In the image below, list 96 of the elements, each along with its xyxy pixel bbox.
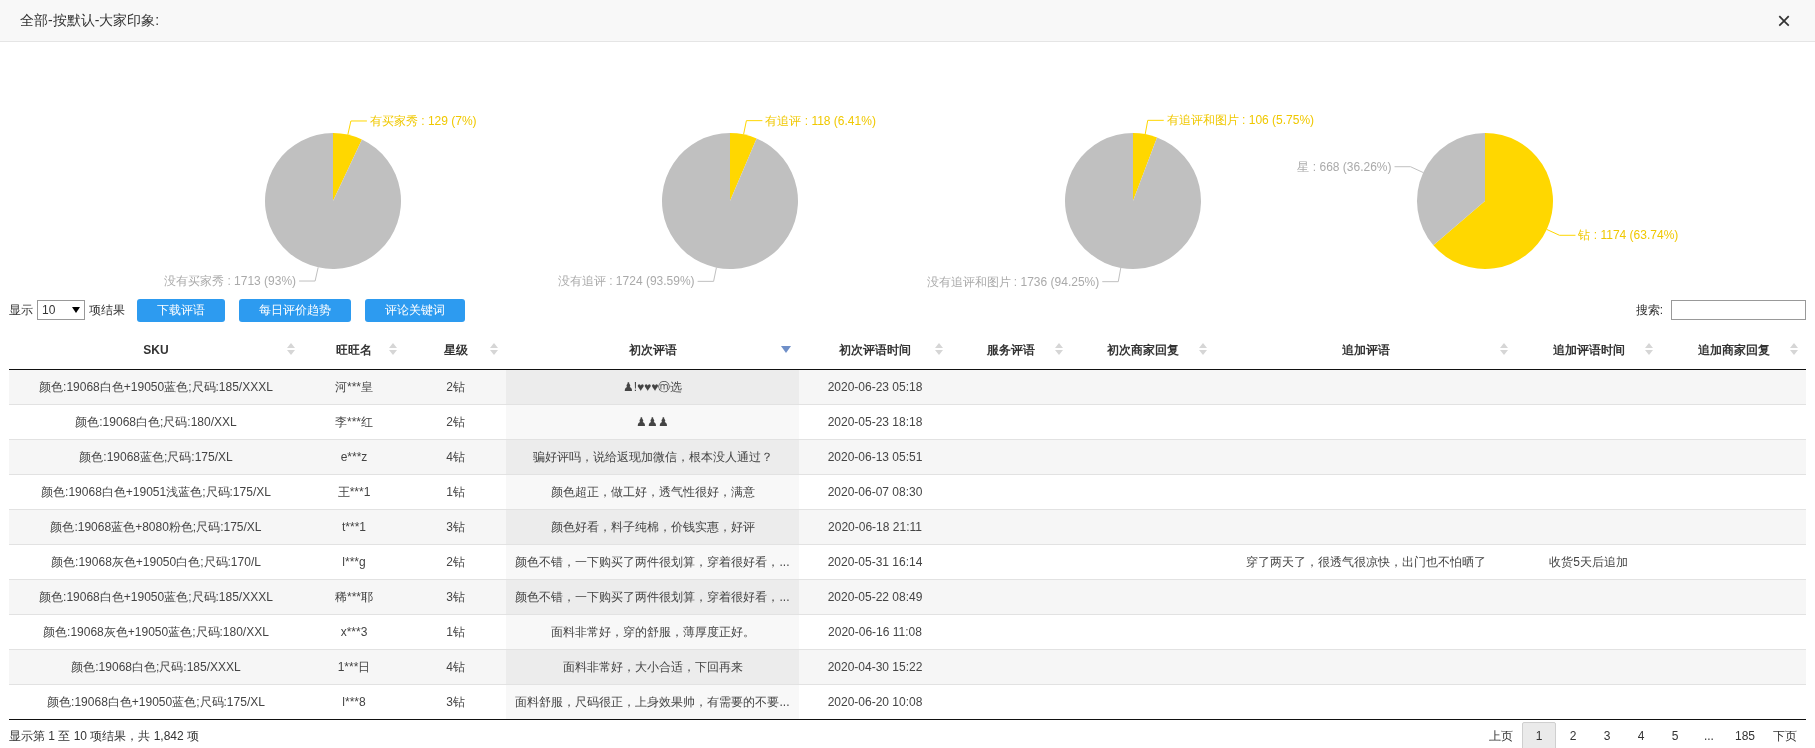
table-cell-text: ♟!♥♥♥ⓜ选 — [622, 379, 683, 396]
table-cell-text: 河***皇 — [335, 379, 373, 396]
table-cell-text: 颜色:19068白色;尺码:180/XXL — [75, 414, 237, 431]
leader-line — [1394, 166, 1424, 174]
table-cell-text: 颜色:19068蓝色+8080粉色;尺码:175/XL — [50, 519, 262, 536]
table-cell-text: e***z — [340, 449, 368, 466]
table-cell-text: 颜色:19068灰色+19050蓝色;尺码:180/XXL — [43, 624, 269, 641]
table-cell-text: 面料舒服，尺码很正，上身效果帅，有需要的不要... — [515, 694, 790, 711]
table-cell-text: 2020-05-23 18:18 — [827, 414, 923, 431]
page-size-suffix: 项结果 — [89, 302, 125, 319]
slice-label: 没有追评 : 1724 (93.59%) — [557, 274, 695, 289]
leader-line — [347, 120, 368, 136]
column-header[interactable]: 追加评语时间 — [1516, 330, 1661, 369]
slice-label: 没有买家秀 : 1713 (93%) — [164, 274, 297, 288]
table-cell-text: 2钻 — [446, 414, 465, 431]
leader-line — [1546, 228, 1576, 236]
slice-label: 钻 : 1174 (63.74%) — [1578, 228, 1679, 243]
table-cell-text: 2020-04-30 15:22 — [827, 659, 923, 676]
page-button[interactable]: 上页 — [1479, 722, 1522, 748]
table-cell-text: 1钻 — [446, 624, 465, 641]
column-header[interactable]: 追加评语 — [1215, 330, 1516, 369]
page-button[interactable]: ... — [1691, 722, 1726, 748]
table-cell-text: t***1 — [342, 519, 366, 536]
table-cell-text: 1钻 — [446, 484, 465, 501]
slice-label: 有追评和图片 : 106 (5.75%) — [1166, 113, 1315, 128]
column-header[interactable]: SKU — [9, 330, 303, 369]
leader-line — [298, 266, 319, 282]
column-header[interactable]: 星级 — [405, 330, 506, 369]
caret-icon — [72, 307, 80, 313]
table-cell-text: 2钻 — [446, 379, 465, 396]
table-cell-text: 2020-06-13 05:51 — [827, 449, 923, 466]
table-cell-text: 2020-05-31 16:14 — [827, 554, 923, 571]
table-cell-text: l***8 — [342, 694, 366, 711]
page-button[interactable]: 5 — [1657, 722, 1692, 748]
table-cell-text: 2020-06-18 21:11 — [828, 519, 922, 536]
table-cell-text: 2020-06-23 05:18 — [827, 379, 923, 396]
table-cell-text: 面料非常好，穿的舒服，薄厚度正好。 — [550, 624, 755, 641]
table-cell-text: 颜色:19068蓝色;尺码:175/XL — [79, 449, 233, 466]
table-cell-text: 颜色:19068灰色+19050白色;尺码:170/L — [51, 554, 261, 571]
page-size-select[interactable]: 10 — [37, 300, 85, 320]
table-cell-text: 颜色好看，料子纯棉，价钱实惠，好评 — [550, 519, 755, 536]
table-cell-text: 4钻 — [446, 449, 465, 466]
table-cell-text: 颜色:19068白色+19050蓝色;尺码:175/XL — [47, 694, 265, 711]
table-cell-text: 颜色不错，一下购买了两件很划算，穿着很好看，... — [515, 589, 790, 606]
column-header[interactable]: 追加商家回复 — [1661, 330, 1806, 369]
table-cell-text: 2020-05-22 08:49 — [827, 589, 923, 606]
table-cell-text: 颜色不错，一下购买了两件很划算，穿着很好看，... — [515, 554, 790, 571]
column-header[interactable]: 旺旺名 — [303, 330, 405, 369]
table-cell-text: 2钻 — [446, 554, 465, 571]
slice-label: 没有追评和图片 : 1736 (94.25%) — [926, 274, 1100, 289]
slice-label: 星 : 668 (36.26%) — [1297, 159, 1392, 174]
page-button[interactable]: 2 — [1555, 722, 1590, 748]
table-cell-text: l***g — [342, 554, 366, 571]
column-header[interactable]: 初次评语时间 — [799, 330, 951, 369]
leader-line — [697, 267, 717, 282]
table-cell-text: 李***红 — [335, 414, 373, 431]
table-cell-text: 王***1 — [337, 484, 371, 501]
column-header[interactable]: 服务评语 — [951, 330, 1071, 369]
window-title: 全部-按默认-大家印象: — [20, 11, 160, 30]
table-cell-text: 收货5天后追加 — [1549, 554, 1628, 571]
slice-label: 有追评 : 118 (6.41%) — [765, 113, 876, 128]
leader-line — [743, 120, 763, 135]
table-cell-text: 3钻 — [446, 589, 465, 606]
table-cell-text: 颜色:19068白色+19050蓝色;尺码:185/XXXL — [39, 589, 273, 606]
table-cell-text: 2020-06-20 10:08 — [827, 694, 923, 711]
slice-label: 有买家秀 : 129 (7%) — [369, 114, 477, 128]
table-cell-text: 2020-06-16 11:08 — [828, 624, 922, 641]
table-cell-text: x***3 — [340, 624, 368, 641]
leader-line — [1101, 267, 1122, 283]
search-label: 搜索: — [1635, 302, 1663, 319]
table-cell-text: 骗好评吗，说给返现加微信，根本没人通过？ — [532, 449, 773, 466]
table-cell-text: 颜色:19068白色;尺码:185/XXXL — [71, 659, 241, 676]
close-button[interactable]: × — [1773, 8, 1795, 33]
table-cell-text: 1***日 — [337, 659, 371, 676]
table-cell-text: 颜色:19068白色+19051浅蓝色;尺码:175/XL — [41, 484, 271, 501]
column-header[interactable]: 初次商家回复 — [1071, 330, 1215, 369]
table-cell-text: 颜色:19068白色+19050蓝色;尺码:185/XXXL — [39, 379, 273, 396]
leader-line — [1144, 119, 1165, 135]
page-button[interactable]: 4 — [1623, 722, 1658, 748]
page-button[interactable]: 185 — [1725, 722, 1764, 748]
table-cell-text: 4钻 — [446, 659, 465, 676]
results-info: 显示第 1 至 10 项结果，共 1,842 项 — [9, 728, 200, 745]
page-button[interactable]: 下页 — [1764, 722, 1806, 748]
table-cell-text: 稀***耶 — [335, 589, 373, 606]
table-cell-text: 颜色超正，做工好，透气性很好，满意 — [550, 484, 755, 501]
table-cell-text: 2020-06-07 08:30 — [827, 484, 923, 501]
table-cell-text: 面料非常好，大小合适，下回再来 — [562, 659, 743, 676]
table-cell-text: ♟♟♟ — [636, 414, 669, 431]
search-field[interactable] — [1671, 300, 1806, 320]
column-header[interactable]: 初次评语 — [506, 330, 799, 369]
show-label: 显示 — [9, 302, 33, 319]
page-button[interactable]: 1 — [1521, 722, 1556, 748]
table-cell-text: 穿了两天了，很透气很凉快，出门也不怕晒了 — [1245, 554, 1486, 571]
table-cell-text: 3钻 — [446, 694, 465, 711]
page-button[interactable]: 3 — [1589, 722, 1624, 748]
table-cell-text: 3钻 — [446, 519, 465, 536]
